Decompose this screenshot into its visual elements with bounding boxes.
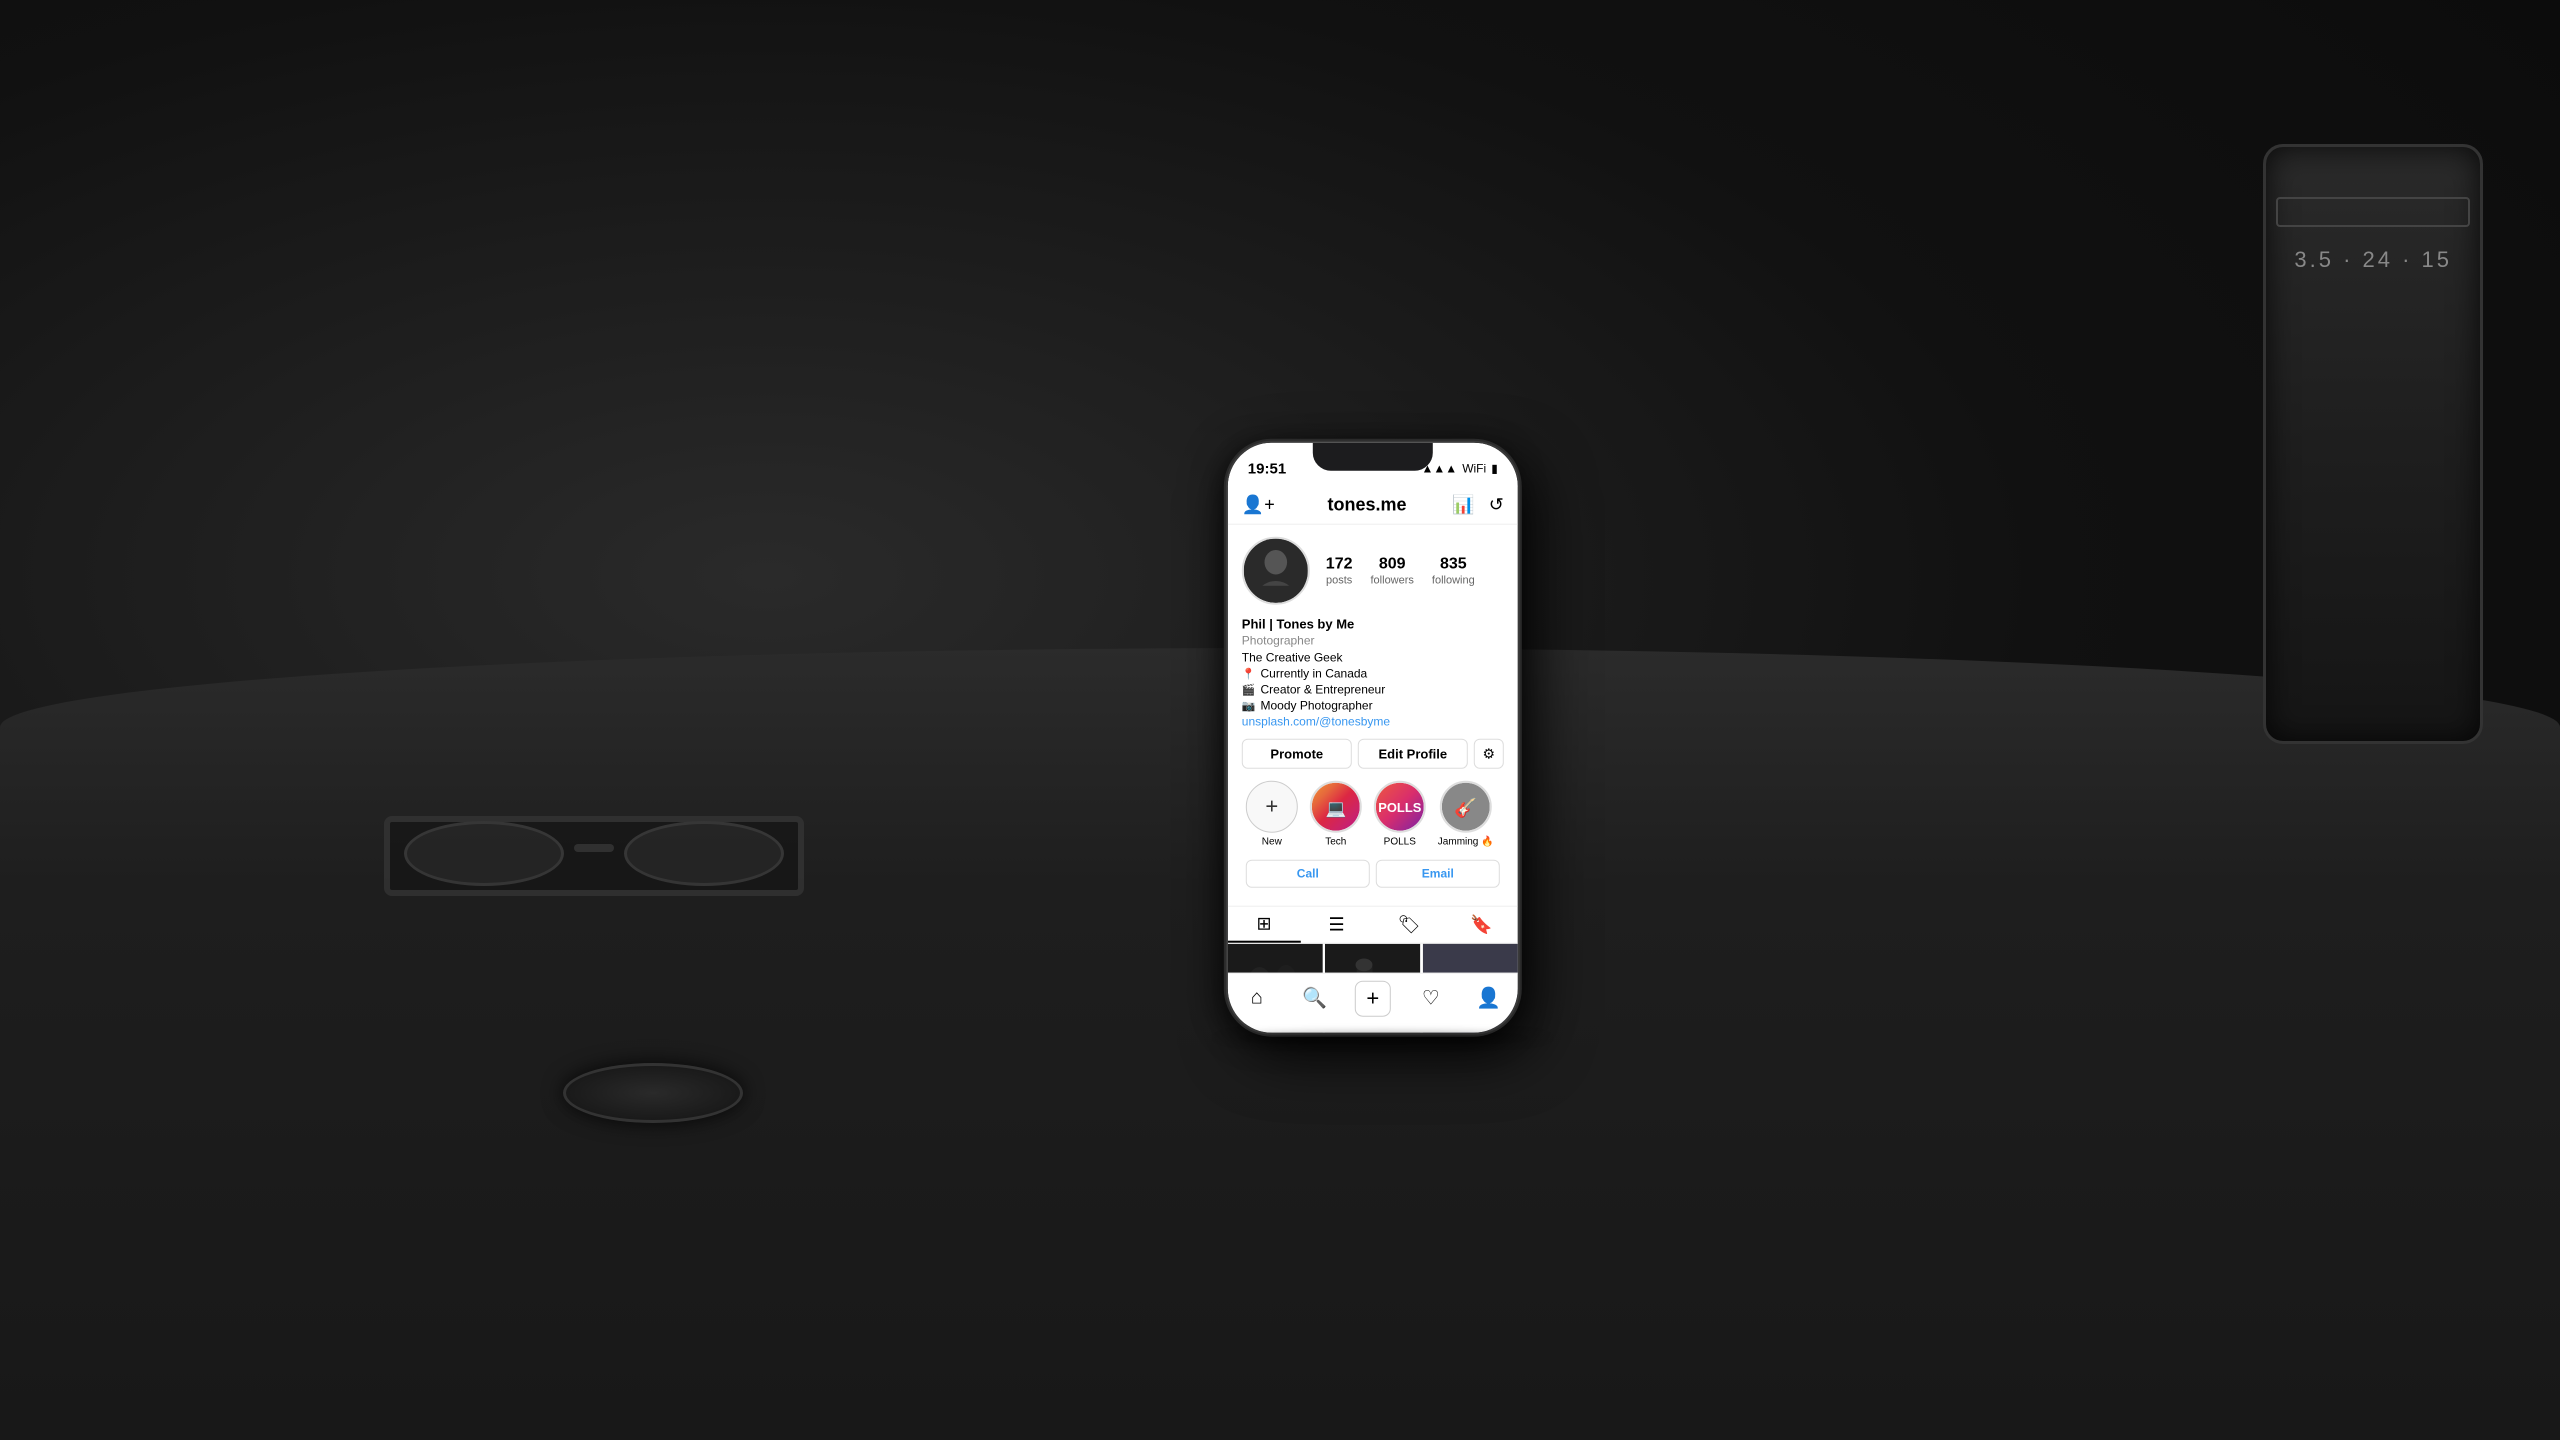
highlight-polls-svg: POLLS	[1376, 781, 1424, 833]
bio-line1-text: The Creative Geek	[1242, 651, 1343, 665]
bio-line3-text: Creator & Entrepreneur	[1261, 683, 1386, 697]
posts-label: posts	[1326, 574, 1352, 586]
bio-line4-text: Moody Photographer	[1261, 699, 1373, 713]
profile-top: 172 posts 809 followers 835 following	[1242, 537, 1504, 605]
profile-username: tones.me	[1282, 495, 1452, 516]
battery-icon: ▮	[1491, 462, 1498, 476]
highlight-jamming-circle: 🎸	[1440, 781, 1492, 833]
action-buttons: Promote Edit Profile ⚙	[1242, 739, 1504, 769]
nav-add[interactable]: +	[1355, 980, 1391, 1016]
svg-text:💻: 💻	[1325, 799, 1346, 818]
highlight-new-icon: +	[1265, 794, 1278, 820]
lens-cap-prop	[563, 1063, 743, 1123]
phone-wrapper: 19:51 ▲▲▲ WiFi ▮ 👤+ tones.me 📊 ↺	[1228, 443, 1518, 1033]
followers-count: 809	[1379, 555, 1406, 573]
avatar-svg	[1244, 537, 1308, 605]
content-tabs: ⊞ ☰ 🏷 🔖	[1228, 906, 1518, 944]
status-bar: 19:51 ▲▲▲ WiFi ▮	[1228, 443, 1518, 487]
phone: 19:51 ▲▲▲ WiFi ▮ 👤+ tones.me 📊 ↺	[1228, 443, 1518, 1033]
call-button[interactable]: Call	[1246, 860, 1370, 888]
highlight-tech-svg: 💻	[1312, 781, 1360, 833]
phone-shadow	[1238, 1033, 1528, 1042]
history-icon[interactable]: ↺	[1489, 495, 1504, 516]
following-label: following	[1432, 574, 1475, 586]
nav-search[interactable]: 🔍	[1297, 980, 1333, 1016]
highlight-tech-circle: 💻	[1310, 781, 1362, 833]
bio-name: Phil | Tones by Me	[1242, 617, 1504, 632]
bio-line2-text: Currently in Canada	[1261, 667, 1368, 681]
followers-label: followers	[1371, 574, 1414, 586]
bio-line-photographer: 📷 Moody Photographer	[1242, 699, 1504, 713]
highlight-new[interactable]: + New	[1246, 781, 1298, 848]
instagram-header: 👤+ tones.me 📊 ↺	[1228, 487, 1518, 525]
camera-icon: 📷	[1242, 699, 1256, 712]
wifi-icon: WiFi	[1462, 462, 1486, 476]
stats-row: 172 posts 809 followers 835 following	[1326, 555, 1504, 586]
creator-icon: 🎬	[1242, 683, 1256, 696]
add-person-icon[interactable]: 👤+	[1242, 495, 1275, 516]
location-icon: 📍	[1242, 667, 1256, 680]
svg-text:POLLS: POLLS	[1378, 800, 1421, 815]
highlight-jamming-label: Jamming 🔥	[1438, 837, 1494, 848]
highlight-polls-circle: POLLS	[1374, 781, 1426, 833]
nav-profile[interactable]: 👤	[1471, 980, 1507, 1016]
stat-followers[interactable]: 809 followers	[1371, 555, 1414, 586]
bio-line-creator: 🎬 Creator & Entrepreneur	[1242, 683, 1504, 697]
phone-screen: 19:51 ▲▲▲ WiFi ▮ 👤+ tones.me 📊 ↺	[1228, 443, 1518, 1033]
bottom-nav: ⌂ 🔍 + ♡ 👤	[1228, 973, 1518, 1033]
settings-button[interactable]: ⚙	[1474, 739, 1504, 769]
tab-grid[interactable]: ⊞	[1228, 907, 1301, 943]
notch	[1313, 443, 1433, 471]
status-time: 19:51	[1248, 460, 1286, 477]
highlight-polls-label: POLLS	[1384, 837, 1416, 848]
bio-link[interactable]: unsplash.com/@tonesbyme	[1242, 715, 1504, 729]
nav-activity[interactable]: ♡	[1413, 980, 1449, 1016]
promote-button[interactable]: Promote	[1242, 739, 1352, 769]
tab-tag[interactable]: 🏷	[1373, 907, 1446, 943]
avatar-image	[1244, 539, 1308, 603]
bio-line-location: 📍 Currently in Canada	[1242, 667, 1504, 681]
bio-subtitle: Photographer	[1242, 634, 1504, 648]
posts-count: 172	[1326, 555, 1353, 573]
stat-posts[interactable]: 172 posts	[1326, 555, 1353, 586]
stats-icon[interactable]: 📊	[1452, 495, 1474, 516]
glasses-prop	[384, 796, 804, 936]
bio-line-creative: The Creative Geek	[1242, 651, 1504, 665]
highlight-jamming-svg: 🎸	[1442, 781, 1490, 833]
highlight-tech[interactable]: 💻 Tech	[1310, 781, 1362, 848]
bio-section: Phil | Tones by Me Photographer The Crea…	[1242, 617, 1504, 729]
avatar[interactable]	[1242, 537, 1310, 605]
tab-saved[interactable]: 🔖	[1445, 907, 1518, 943]
email-button[interactable]: Email	[1376, 860, 1500, 888]
nav-home[interactable]: ⌂	[1239, 980, 1275, 1016]
highlight-new-circle: +	[1246, 781, 1298, 833]
highlight-new-label: New	[1262, 837, 1282, 848]
following-count: 835	[1440, 555, 1467, 573]
highlights-row: + New	[1242, 781, 1504, 860]
header-action-icons: 📊 ↺	[1452, 495, 1504, 516]
svg-text:🎸: 🎸	[1454, 797, 1477, 819]
status-icons: ▲▲▲ WiFi ▮	[1422, 462, 1498, 476]
contact-row: Call Email	[1242, 860, 1504, 898]
stat-following[interactable]: 835 following	[1432, 555, 1475, 586]
profile-section: 172 posts 809 followers 835 following	[1228, 525, 1518, 906]
edit-profile-button[interactable]: Edit Profile	[1358, 739, 1468, 769]
highlight-jamming[interactable]: 🎸 Jamming 🔥	[1438, 781, 1494, 848]
highlight-polls[interactable]: POLLS POLLS	[1374, 781, 1426, 848]
camera-lens-prop: 3.5 · 24 · 15	[2263, 144, 2483, 744]
highlight-tech-label: Tech	[1325, 837, 1346, 848]
tab-list[interactable]: ☰	[1300, 907, 1373, 943]
